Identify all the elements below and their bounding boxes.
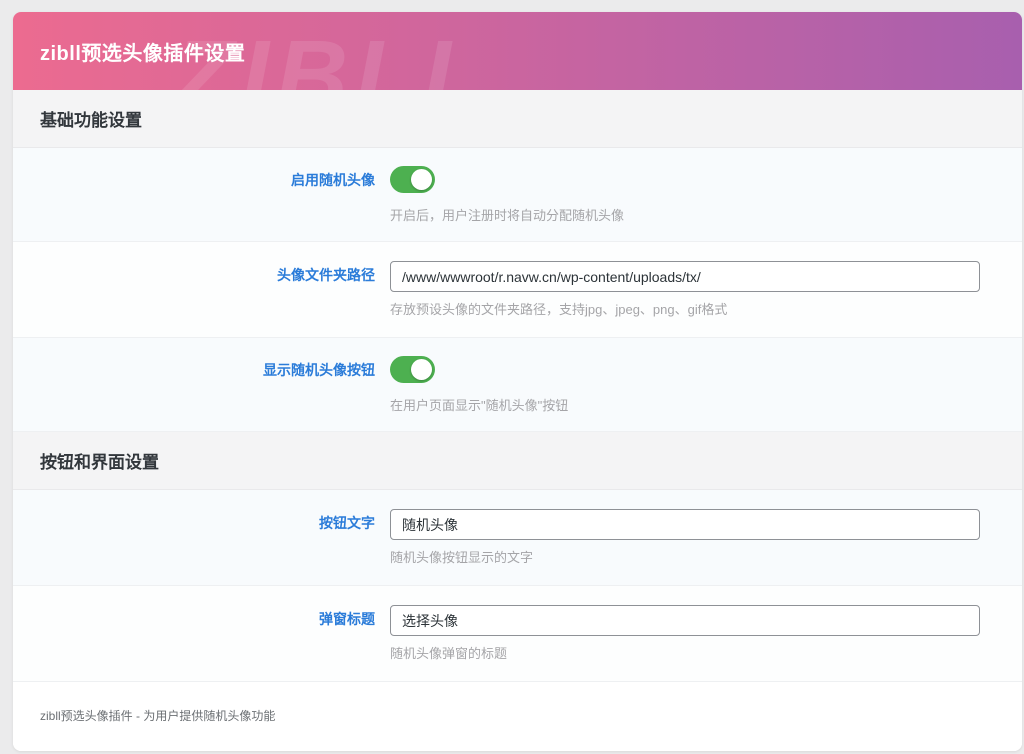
plugin-footer: zibll预选头像插件 - 为用户提供随机头像功能 xyxy=(13,682,1022,751)
plugin-header: ZIBLL zibll预选头像插件设置 xyxy=(13,12,1022,90)
setting-label: 启用随机头像 xyxy=(13,166,390,194)
setting-row-show-random-avatar-button: 显示随机头像按钮 在用户页面显示"随机头像"按钮 xyxy=(13,338,1022,432)
enable-random-avatar-toggle[interactable] xyxy=(390,166,435,193)
setting-description: 随机头像按钮显示的文字 xyxy=(390,549,980,566)
setting-control: 随机头像弹窗的标题 xyxy=(390,605,980,662)
toggle-knob-icon xyxy=(411,359,432,380)
plugin-settings-card: ZIBLL zibll预选头像插件设置 基础功能设置 启用随机头像 开启后，用户… xyxy=(13,12,1022,751)
setting-label: 显示随机头像按钮 xyxy=(13,356,390,384)
setting-label: 按钮文字 xyxy=(13,509,390,537)
page-title: zibll预选头像插件设置 xyxy=(40,37,245,66)
setting-description: 在用户页面显示"随机头像"按钮 xyxy=(390,397,980,414)
setting-description: 随机头像弹窗的标题 xyxy=(390,645,980,662)
setting-control: 开启后，用户注册时将自动分配随机头像 xyxy=(390,166,980,224)
setting-description: 存放预设头像的文件夹路径，支持jpg、jpeg、png、gif格式 xyxy=(390,301,980,318)
section-heading-button-and-ui: 按钮和界面设置 xyxy=(13,432,1022,490)
avatar-folder-path-input[interactable] xyxy=(390,261,980,292)
setting-control: 在用户页面显示"随机头像"按钮 xyxy=(390,356,980,414)
toggle-knob-icon xyxy=(411,169,432,190)
setting-row-button-text: 按钮文字 随机头像按钮显示的文字 xyxy=(13,490,1022,586)
setting-label: 弹窗标题 xyxy=(13,605,390,633)
setting-description: 开启后，用户注册时将自动分配随机头像 xyxy=(390,207,980,224)
setting-label: 头像文件夹路径 xyxy=(13,261,390,289)
setting-row-avatar-folder-path: 头像文件夹路径 存放预设头像的文件夹路径，支持jpg、jpeg、png、gif格… xyxy=(13,242,1022,338)
button-text-input[interactable] xyxy=(390,509,980,540)
show-random-avatar-button-toggle[interactable] xyxy=(390,356,435,383)
section-heading-basic-features: 基础功能设置 xyxy=(13,90,1022,148)
setting-control: 随机头像按钮显示的文字 xyxy=(390,509,980,566)
setting-row-enable-random-avatar: 启用随机头像 开启后，用户注册时将自动分配随机头像 xyxy=(13,148,1022,242)
modal-title-input[interactable] xyxy=(390,605,980,636)
footer-text: zibll预选头像插件 - 为用户提供随机头像功能 xyxy=(40,709,275,723)
setting-row-modal-title: 弹窗标题 随机头像弹窗的标题 xyxy=(13,586,1022,682)
section-title: 按钮和界面设置 xyxy=(40,448,159,473)
setting-control: 存放预设头像的文件夹路径，支持jpg、jpeg、png、gif格式 xyxy=(390,261,980,318)
section-title: 基础功能设置 xyxy=(40,106,142,131)
